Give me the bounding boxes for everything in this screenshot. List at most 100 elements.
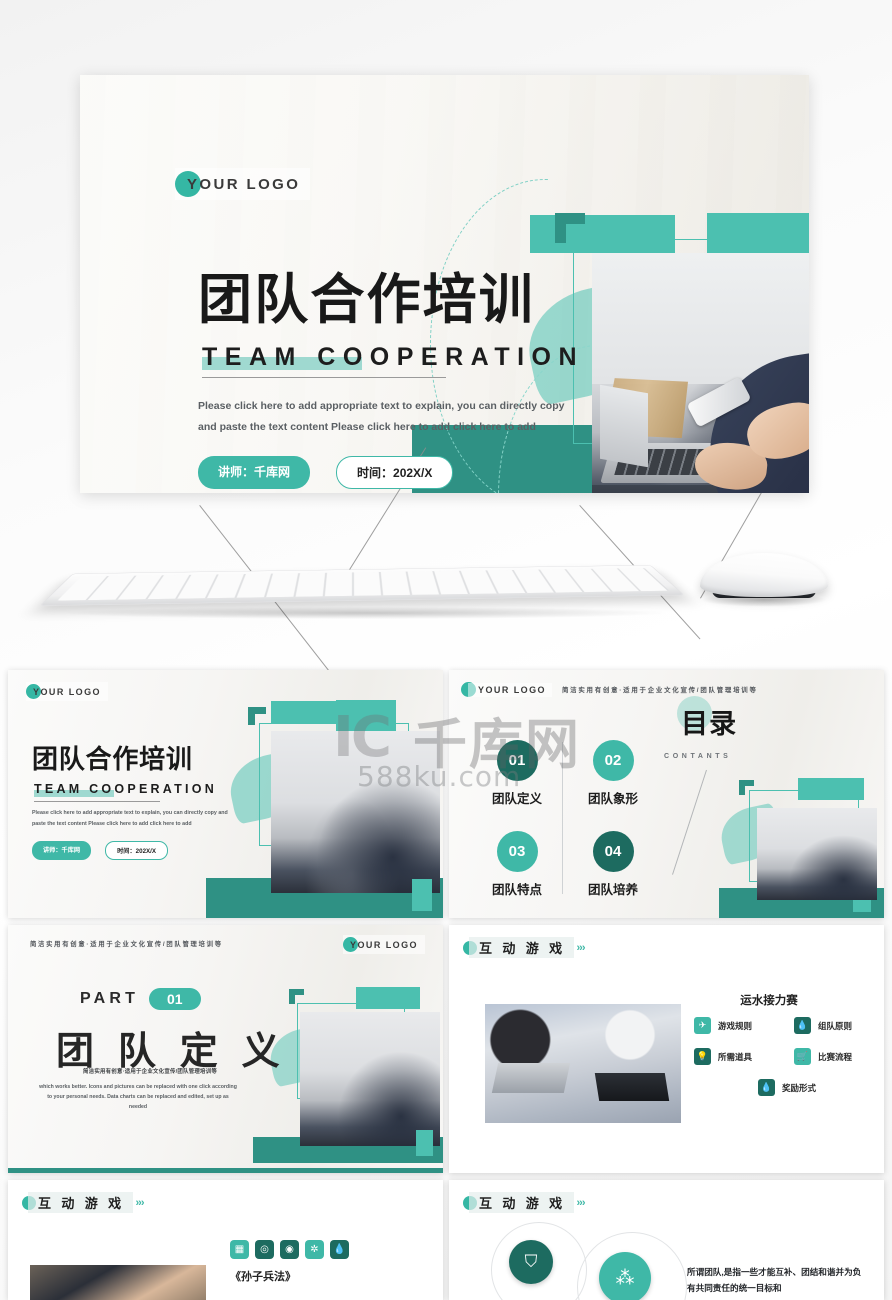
game-item[interactable]: 🛒 比赛流程 [794,1048,872,1065]
game-header-title: 互 动 游 戏 [28,1192,133,1213]
part-cn-caption: 简洁实用有创意·适用于企业文化宣传/团队管理培训等 [83,1069,218,1075]
game-item-label: 组队原则 [818,1020,853,1031]
game-section-title: 运水接力赛 [740,995,798,1007]
thumbnail-game-book-slide[interactable]: 互 动 游 戏 ››› ▦ ◎ ◉ ✲ 💧 《孙子兵法》 [8,1180,443,1300]
mini-time-pill[interactable]: 时间：202X/X [105,841,168,860]
thumbnail-game-relay-slide[interactable]: 互 动 游 戏 ››› 运水接力赛 ✈ 游戏规则 💧 组队原则 💡 所需道具 🛒… [449,925,884,1173]
hero-logo[interactable]: YOUR LOGO [175,168,311,200]
cart-icon: 🛒 [794,1048,811,1065]
mini-title: 团队合作培训 [32,745,193,775]
contents-label: 团队象形 [587,792,638,806]
game-item-label: 奖励形式 [781,1082,816,1093]
drop-icon[interactable]: 💧 [330,1240,349,1259]
hero-slide: YOUR LOGO 团队合作培训 TEAM COOPERATION Please… [80,75,809,493]
chevrons-icon: ››› [576,941,586,954]
team-network-icon[interactable]: ⁂ [599,1252,651,1300]
logo-label: YOUR LOGO [468,682,552,697]
chart-icon[interactable]: ▦ [230,1240,249,1259]
shield-check-icon[interactable]: ⛉ [509,1240,553,1284]
part-en-caption: which works better. Icons and pictures c… [39,1084,237,1110]
game-header-title: 互 动 游 戏 [469,937,574,958]
game-header: 互 动 游 戏 ››› [22,1192,145,1213]
contents-number: 04 [592,831,634,872]
logo-label: YOUR LOGO [187,175,301,193]
contents-title-en: CONTANTS [664,753,732,760]
game-item-row: ✈ 游戏规则 💧 组队原则 [694,1017,880,1034]
plant-icon[interactable]: ✲ [305,1240,324,1259]
contents-item[interactable]: 03 团队特点 [477,831,557,898]
contents-photo [757,808,877,900]
game-photo-laptop-right [594,1073,670,1101]
contents-label: 团队特点 [491,883,542,897]
game-book-icon-row: ▦ ◎ ◉ ✲ 💧 [230,1240,349,1259]
hero-paragraph: Please click here to add appropriate tex… [198,400,565,433]
contents-number: 02 [592,740,634,781]
mini-speaker-pill[interactable]: 讲师：千库网 [32,841,92,860]
game-header: 互 动 游 戏 ››› [463,1192,586,1213]
drop-icon: 💧 [757,1079,775,1096]
game-item[interactable]: 💧 组队原则 [794,1017,872,1034]
mouse-mockup [700,553,828,597]
title-divider [202,377,446,379]
globe-icon[interactable]: ◎ [255,1240,274,1259]
mini-divider [34,801,160,802]
part-teal-accent [416,1130,433,1156]
part-logo[interactable]: YOUR LOGO [343,935,425,954]
logo-label: YOUR LOGO [33,686,101,697]
thumbnail-contents-slide[interactable]: YOUR LOGO 简洁实用有创意·适用于企业文化宣传/团队管理培训等 目录 C… [449,670,884,918]
mini-paragraph: Please click here to add appropriate tex… [32,810,228,827]
speaker-pill[interactable]: 讲师：千库网 [198,456,311,489]
game-header-title: 互 动 游 戏 [469,1192,574,1213]
contents-label: 团队定义 [491,792,542,806]
thumbnail-part-slide[interactable]: 简洁实用有创意·适用于企业文化宣传/团队管理培训等 YOUR LOGO PART… [8,925,443,1173]
game-item-grid: ✈ 游戏规则 💧 组队原则 💡 所需道具 🛒 比赛流程 💧 奖励形式 [694,1017,880,1110]
drop-icon: 💧 [794,1017,811,1034]
game-item-row: 💧 奖励形式 [694,1079,880,1096]
game-item-row: 💡 所需道具 🛒 比赛流程 [694,1048,880,1065]
photo-laptop-screen [600,384,648,468]
game-item-label: 游戏规则 [718,1020,753,1031]
part-label: PART [80,990,140,1007]
bulb-icon: 💡 [694,1048,711,1065]
mini-photo [271,731,440,893]
hero-photo [592,253,809,493]
keyboard-shadow [66,607,666,619]
thumbnail-title-slide[interactable]: YOUR LOGO 团队合作培训 TEAM COOPERATION Please… [8,670,443,918]
logo-label: YOUR LOGO [350,939,418,950]
mini-pill-row: 讲师：千库网 时间：202X/X [32,841,168,860]
part-bottom-bar [8,1168,443,1173]
mini-logo[interactable]: YOUR LOGO [26,682,108,701]
part-number-badge: 01 [149,988,201,1010]
mini-teal-accent [412,879,432,911]
keyboard-keys [57,568,670,601]
mini-teal-rect-left [271,701,359,724]
chevrons-icon: ››› [576,1196,586,1209]
game-item[interactable]: 💧 奖励形式 [748,1079,826,1096]
chevrons-icon: ››› [135,1196,145,1209]
contents-item[interactable]: 01 团队定义 [477,740,557,807]
game-header: 互 动 游 戏 ››› [463,937,586,958]
contents-label: 团队培养 [587,883,638,897]
contents-number: 03 [496,831,538,872]
contents-item[interactable]: 02 团队象形 [573,740,653,807]
contents-item[interactable]: 04 团队培养 [573,831,653,898]
search-icon[interactable]: ◉ [280,1240,299,1259]
time-pill[interactable]: 时间：202X/X [336,456,454,489]
game-book-photo [30,1265,206,1300]
header-tagline: 简洁实用有创意·适用于企业文化宣传/团队管理培训等 [561,687,758,694]
rocket-icon: ✈ [694,1017,711,1034]
page-subtitle: TEAM COOPERATION [202,343,585,371]
part-row: PART 01 [80,988,201,1010]
definition-paragraph: 所谓团队,是指一些才能互补、团结和谐并为负有共同责任的统一目标和 [687,1267,862,1294]
game-item-label: 所需道具 [718,1051,753,1062]
thumbnail-game-define-slide[interactable]: 互 动 游 戏 ››› ⛉ ⁂ 所谓团队,是指一些才能互补、团结和谐并为负有共同… [449,1180,884,1300]
game-item[interactable]: ✈ 游戏规则 [694,1017,772,1034]
part-photo [300,1012,440,1146]
contents-item-grid: 01 团队定义 02 团队象形 03 团队特点 04 团队培养 [477,740,653,898]
contents-title: 目录 [681,709,738,740]
game-item[interactable]: 💡 所需道具 [694,1048,772,1065]
contents-number: 01 [496,740,538,781]
game-item-label: 比赛流程 [818,1051,853,1062]
game-photo-laptop-left [491,1063,571,1093]
keyboard-mockup [39,564,685,606]
